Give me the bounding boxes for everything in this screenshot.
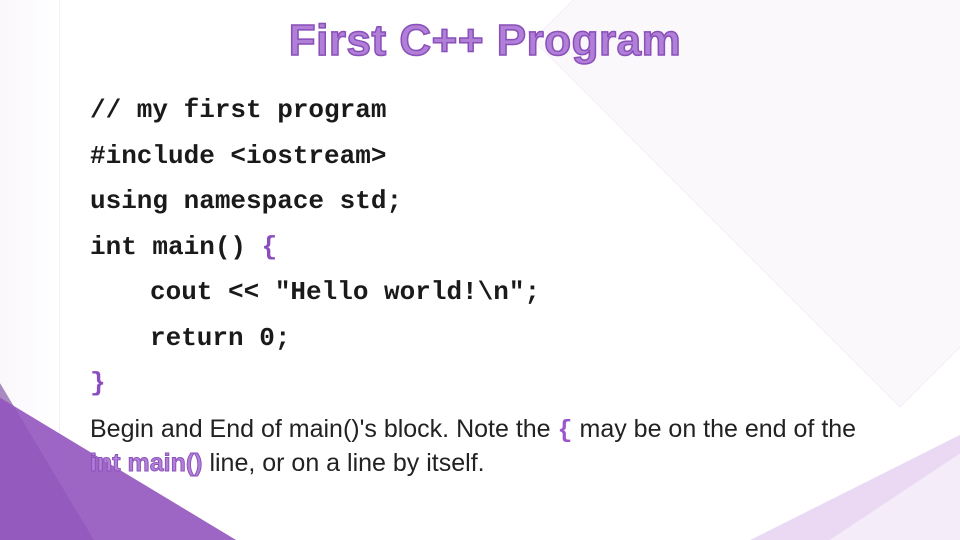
- note-part2: may be on the end of the: [573, 415, 857, 443]
- code-block: // my first program #include <iostream> …: [90, 88, 880, 407]
- note-brace: {: [558, 416, 573, 445]
- close-brace: }: [90, 368, 106, 398]
- slide-content: First C++ Program // my first program #i…: [0, 0, 960, 540]
- code-line-cout: cout << "Hello world!\n";: [90, 270, 880, 316]
- open-brace: {: [262, 232, 278, 262]
- note-part3: line, or on a line by itself.: [203, 449, 485, 477]
- note-part1: Begin and End of main()'s block. Note th…: [90, 415, 558, 443]
- note-intmain: int main(): [90, 449, 203, 477]
- code-line-using: using namespace std;: [90, 179, 880, 225]
- code-line-main: int main() {: [90, 225, 880, 271]
- code-line-close: }: [90, 361, 880, 407]
- code-main-sig: int main(): [90, 232, 262, 262]
- code-line-include: #include <iostream>: [90, 134, 880, 180]
- explanation-text: Begin and End of main()'s block. Note th…: [90, 413, 880, 479]
- slide-title: First C++ Program: [90, 18, 880, 64]
- code-line-comment: // my first program: [90, 88, 880, 134]
- code-line-return: return 0;: [90, 316, 880, 362]
